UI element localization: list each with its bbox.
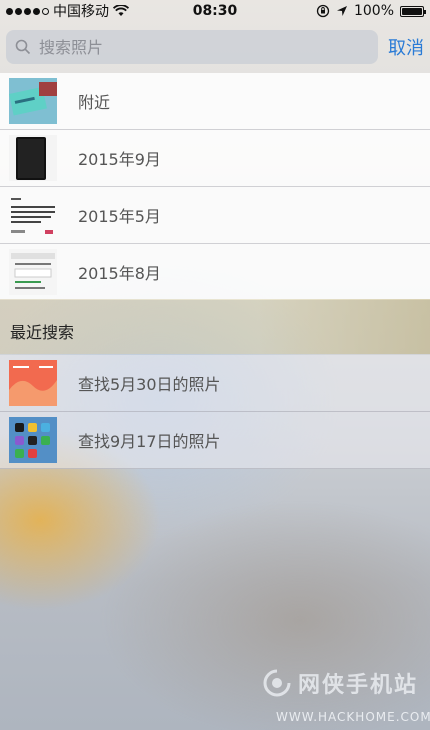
cancel-button[interactable]: 取消 (388, 34, 424, 60)
recent-searches-list: 查找5月30日的照片 查找9月17日的照片 (0, 355, 430, 469)
search-bar: 取消 (0, 30, 430, 66)
search-input[interactable] (37, 36, 361, 58)
watermark-text: 网侠手机站 (298, 673, 419, 698)
section-title: 最近搜索 (10, 323, 75, 342)
search-icon (15, 39, 31, 55)
recent-search-item[interactable]: 查找9月17日的照片 (0, 412, 430, 469)
search-field-container[interactable] (6, 30, 378, 64)
orientation-lock-icon (316, 4, 330, 18)
suggestion-label: 附近 (78, 93, 111, 112)
watermark: 网侠手机站 (262, 667, 418, 699)
battery-icon (400, 5, 426, 17)
recent-searches-header: 最近搜索 (0, 299, 430, 354)
battery-percent: 100% (353, 3, 394, 19)
red-screenshot-thumbnail (9, 360, 57, 406)
suggestion-label: 2015年8月 (78, 264, 161, 283)
suggestion-2015-08[interactable]: 2015年8月 (0, 244, 430, 300)
document-photo-thumbnail (9, 192, 57, 238)
screenshot-photo-thumbnail (9, 249, 57, 295)
suggestions-list: 附近 2015年9月 2015年5月 2015年8月 (0, 73, 430, 300)
suggestion-2015-05[interactable]: 2015年5月 (0, 187, 430, 244)
watermark-url: WWW.HACKHOME.COM (276, 710, 430, 724)
suggestion-label: 2015年9月 (78, 150, 161, 169)
status-right: 100% (316, 3, 426, 19)
watermark-logo-icon (263, 669, 291, 697)
suggestion-nearby[interactable]: 附近 (0, 73, 430, 130)
recent-search-item[interactable]: 查找5月30日的照片 (0, 355, 430, 412)
location-icon (336, 6, 347, 16)
suggestion-2015-09[interactable]: 2015年9月 (0, 130, 430, 187)
status-bar: 中国移动 08:30 100% (0, 0, 430, 22)
card-photo-thumbnail (9, 78, 57, 124)
device-photo-thumbnail (9, 135, 57, 181)
homescreen-screenshot-thumbnail (9, 417, 57, 463)
recent-search-label: 查找9月17日的照片 (78, 432, 221, 451)
suggestion-label: 2015年5月 (78, 207, 161, 226)
recent-search-label: 查找5月30日的照片 (78, 375, 221, 394)
